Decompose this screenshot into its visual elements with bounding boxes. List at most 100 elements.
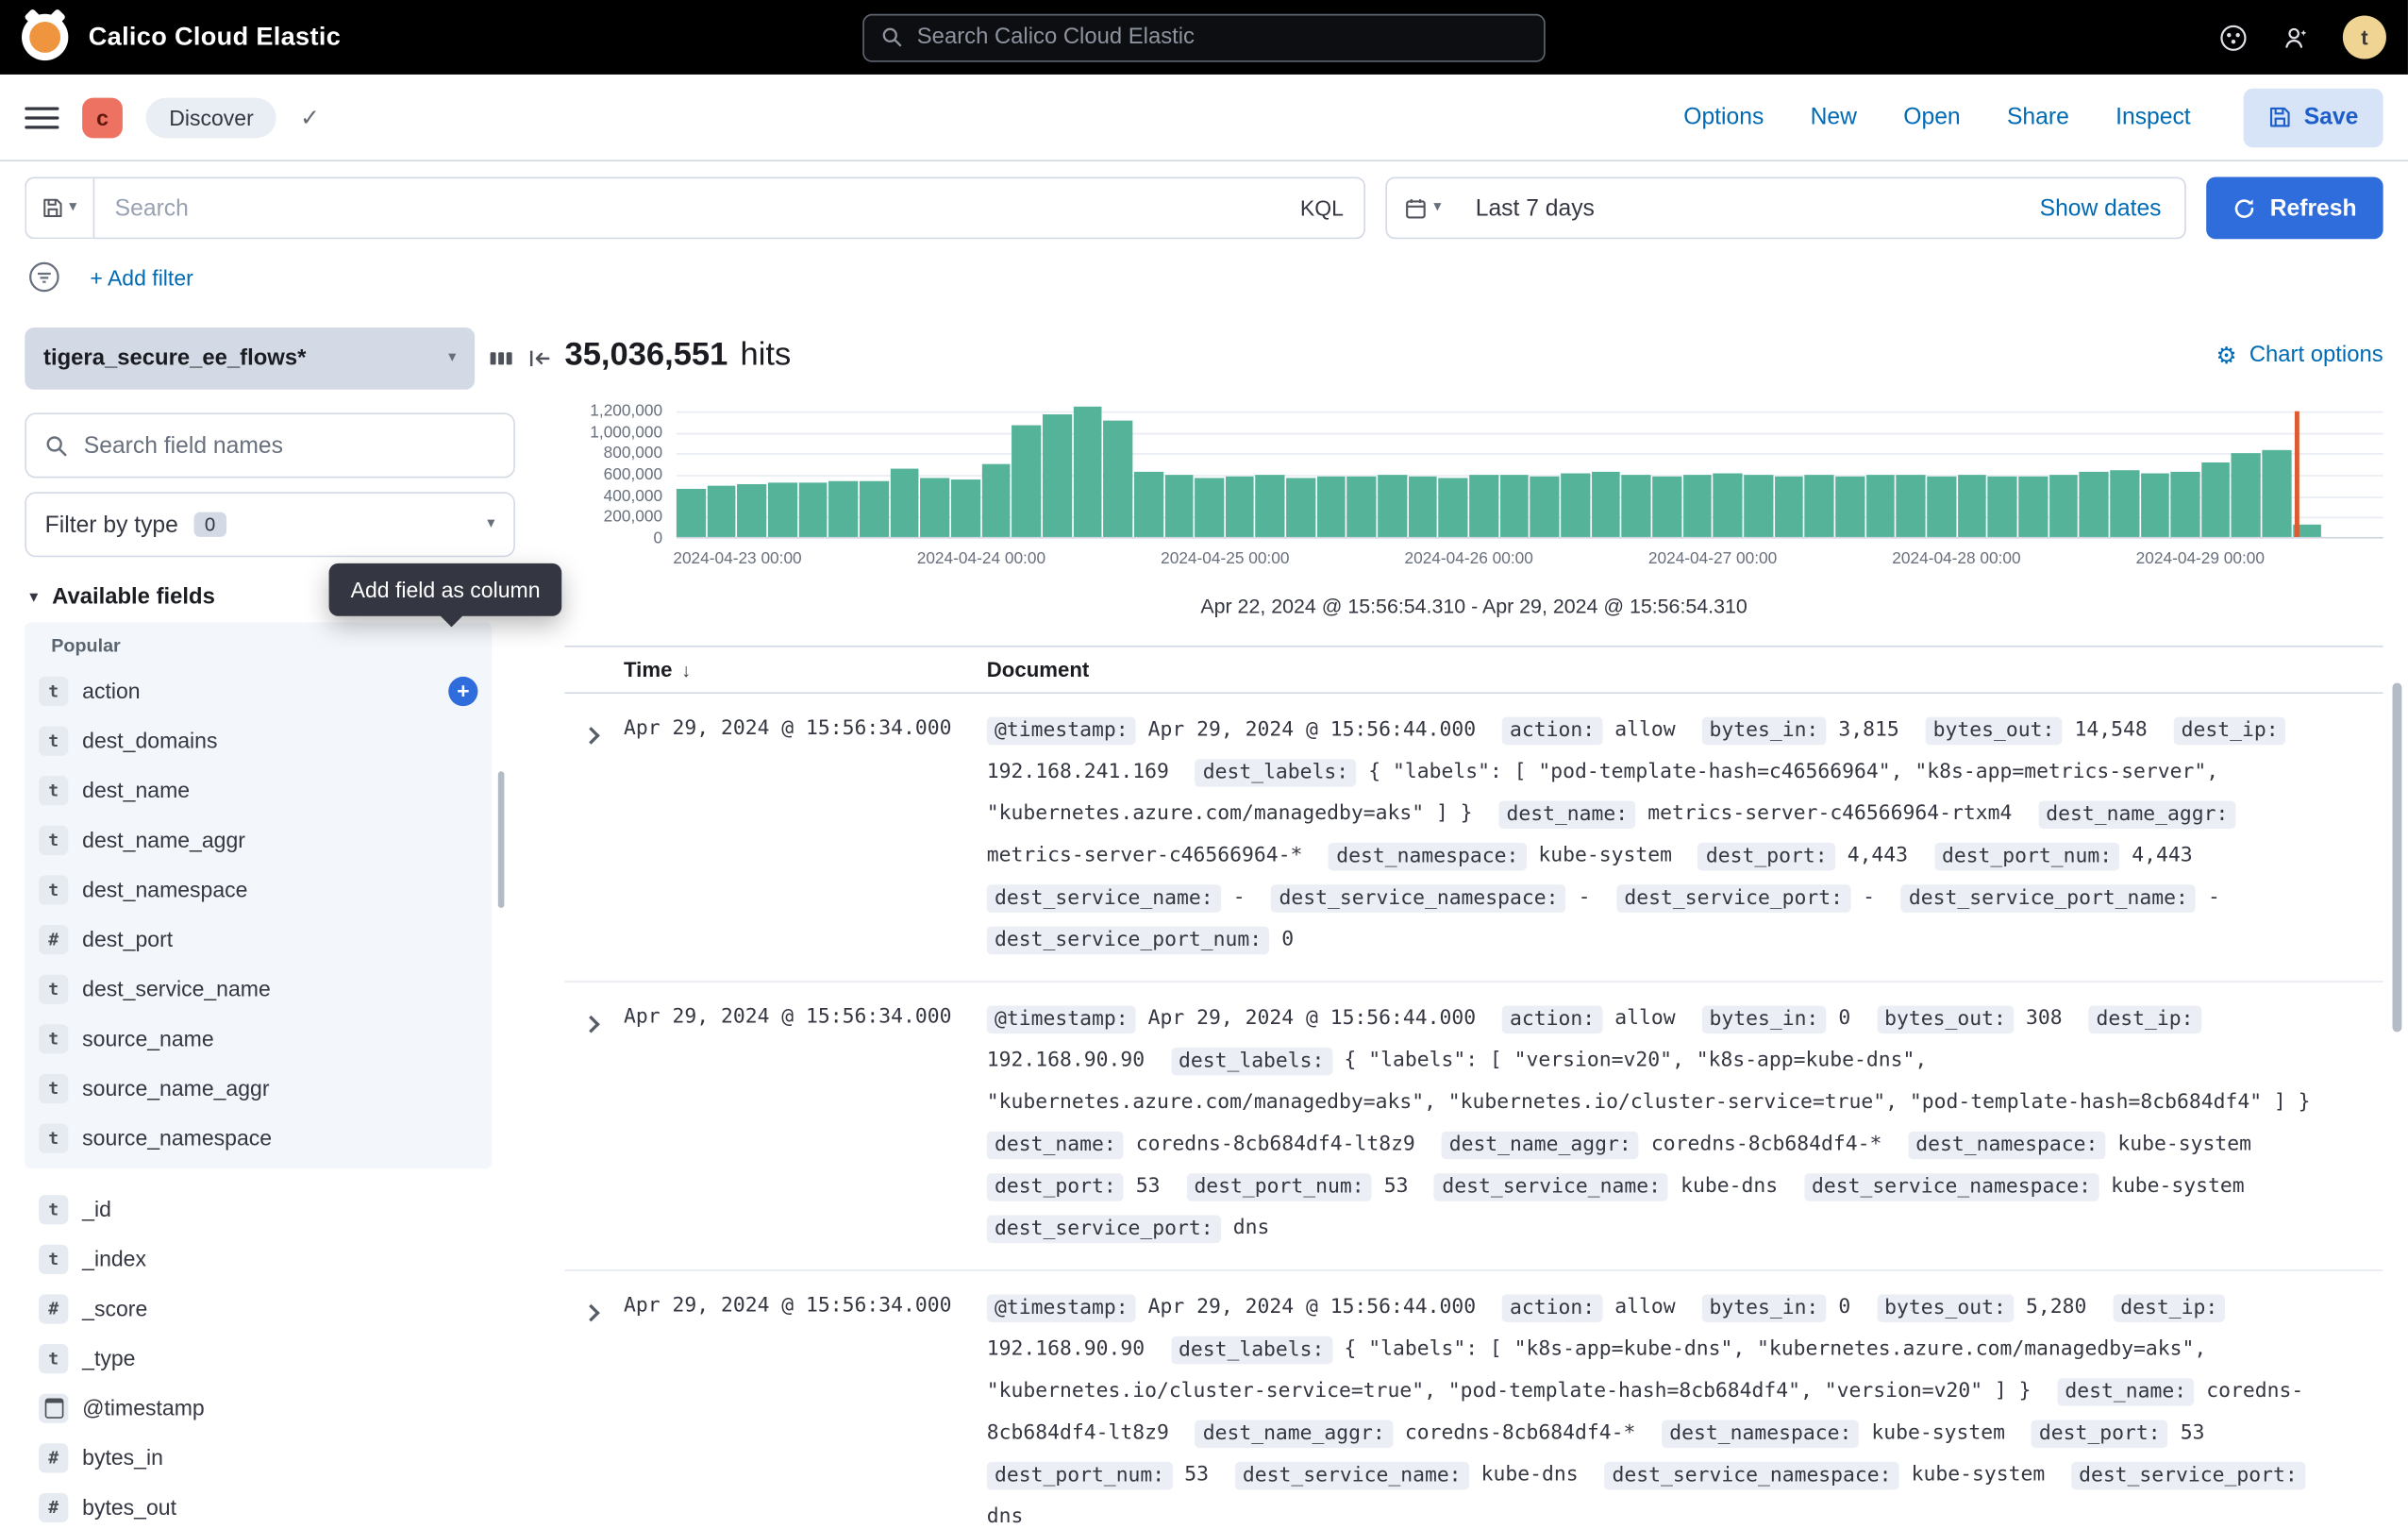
menu-button[interactable]: [25, 100, 59, 134]
histogram-bar[interactable]: [1378, 476, 1407, 537]
histogram-bar[interactable]: [981, 463, 1011, 537]
field-item-dest_namespace[interactable]: tdest_namespace: [25, 865, 492, 915]
histogram-bar[interactable]: [1286, 478, 1315, 537]
saved-query-menu-button[interactable]: ▾: [25, 176, 92, 239]
cluster-icon[interactable]: [2218, 23, 2248, 52]
space-avatar[interactable]: c: [82, 97, 123, 138]
refresh-button[interactable]: Refresh: [2206, 176, 2383, 239]
field-item-action[interactable]: taction+: [25, 665, 492, 715]
expand-row-button[interactable]: [565, 709, 624, 960]
field-item-dest_name_aggr[interactable]: tdest_name_aggr: [25, 815, 492, 865]
histogram-bar[interactable]: [1409, 477, 1438, 537]
time-range-label[interactable]: Last 7 days: [1459, 194, 2040, 221]
histogram-bar[interactable]: [829, 480, 859, 537]
histogram-bar[interactable]: [1073, 407, 1102, 537]
add-field-as-column-button[interactable]: +: [448, 676, 477, 705]
histogram-bar[interactable]: [1469, 476, 1498, 537]
histogram-bar[interactable]: [1500, 475, 1530, 537]
show-dates-button[interactable]: Show dates: [2040, 194, 2185, 221]
histogram-bar[interactable]: [2080, 472, 2109, 537]
histogram-bar[interactable]: [2232, 453, 2261, 537]
field-item-_index[interactable]: t_index: [25, 1234, 492, 1284]
kql-button[interactable]: KQL: [1300, 195, 1344, 220]
histogram-bar[interactable]: [1317, 476, 1346, 537]
field-item-dest_port[interactable]: #dest_port: [25, 914, 492, 964]
histogram-bar[interactable]: [1744, 476, 1773, 537]
histogram-bar[interactable]: [2263, 450, 2292, 537]
histogram-bar[interactable]: [1226, 477, 1255, 537]
histogram-bar[interactable]: [1988, 477, 2017, 536]
histogram-bar[interactable]: [2018, 476, 2048, 537]
histogram-bar[interactable]: [1622, 476, 1651, 537]
grid-view-button[interactable]: [489, 346, 513, 371]
nav-link-share[interactable]: Share: [2007, 104, 2069, 130]
histogram-bar[interactable]: [1835, 476, 1865, 537]
query-input[interactable]: Search KQL: [93, 176, 1365, 239]
nav-link-inspect[interactable]: Inspect: [2115, 104, 2191, 130]
histogram-bar[interactable]: [1134, 471, 1163, 537]
histogram-bar[interactable]: [2140, 474, 2169, 537]
add-filter-button[interactable]: + Add filter: [90, 264, 192, 289]
field-item-source_name[interactable]: tsource_name: [25, 1014, 492, 1064]
histogram-bar[interactable]: [1927, 477, 1956, 537]
histogram-bar[interactable]: [1865, 475, 1895, 537]
histogram-bar[interactable]: [2201, 462, 2231, 537]
time-column-header[interactable]: Time ↓: [624, 658, 987, 681]
histogram-bar[interactable]: [1774, 477, 1803, 537]
histogram-bar[interactable]: [2048, 475, 2078, 537]
field-item-bytes_in[interactable]: #bytes_in: [25, 1433, 492, 1483]
histogram-bar[interactable]: [1256, 475, 1285, 537]
field-item-source_name_aggr[interactable]: tsource_name_aggr: [25, 1063, 492, 1113]
field-search-input[interactable]: Search field names: [25, 412, 515, 478]
histogram-bar[interactable]: [1897, 476, 1926, 537]
histogram-bar[interactable]: [768, 482, 797, 537]
histogram-bar[interactable]: [1683, 475, 1713, 537]
calendar-button[interactable]: ▾: [1387, 178, 1459, 237]
user-avatar[interactable]: t: [2343, 15, 2386, 59]
histogram-bar[interactable]: [1164, 476, 1194, 537]
histogram-bar[interactable]: [1195, 478, 1224, 537]
histogram-bar[interactable]: [1652, 477, 1681, 537]
breadcrumb-discover[interactable]: Discover: [146, 97, 277, 138]
field-item-dest_name[interactable]: tdest_name: [25, 765, 492, 815]
histogram-bar[interactable]: [1012, 426, 1041, 537]
field-item-_id[interactable]: t_id: [25, 1185, 492, 1235]
histogram-bar[interactable]: [1043, 415, 1072, 537]
histogram-bar[interactable]: [2171, 471, 2200, 537]
histogram-bar[interactable]: [738, 484, 767, 537]
field-item-_score[interactable]: #_score: [25, 1284, 492, 1334]
histogram-bar[interactable]: [890, 469, 919, 537]
histogram-bar[interactable]: [860, 481, 889, 537]
collapse-sidebar-button[interactable]: [527, 346, 552, 371]
filter-icon[interactable]: [28, 260, 61, 294]
field-item-@timestamp[interactable]: @timestamp: [25, 1383, 492, 1433]
histogram-bar[interactable]: [2110, 470, 2139, 537]
histogram-bar[interactable]: [707, 486, 736, 537]
histogram-bar[interactable]: [1439, 478, 1468, 537]
field-item-dest_service_name[interactable]: tdest_service_name: [25, 964, 492, 1014]
histogram-bar[interactable]: [798, 483, 828, 537]
histogram-bar[interactable]: [1561, 474, 1590, 537]
histogram-bar[interactable]: [677, 489, 706, 537]
sidebar-scrollbar[interactable]: [498, 771, 505, 908]
histogram-bar[interactable]: [1592, 472, 1621, 537]
index-pattern-select[interactable]: tigera_secure_ee_flows* ▾: [25, 328, 475, 390]
nav-link-new[interactable]: New: [1811, 104, 1857, 130]
field-item-_type[interactable]: t_type: [25, 1333, 492, 1383]
filter-by-type-select[interactable]: Filter by type 0 ▾: [25, 492, 515, 557]
assistant-icon[interactable]: [2281, 23, 2310, 52]
field-item-dest_domains[interactable]: tdest_domains: [25, 715, 492, 765]
histogram-bar[interactable]: [1714, 474, 1743, 537]
histogram-bar[interactable]: [1103, 420, 1132, 537]
histogram-bar[interactable]: [1347, 477, 1377, 536]
global-search-input[interactable]: Search Calico Cloud Elastic: [862, 13, 1545, 61]
histogram-bar[interactable]: [951, 479, 980, 537]
histogram-bar[interactable]: [1805, 475, 1834, 537]
expand-row-button[interactable]: [565, 998, 624, 1249]
nav-link-options[interactable]: Options: [1683, 104, 1764, 130]
expand-row-button[interactable]: [565, 1286, 624, 1529]
field-item-bytes_out[interactable]: #bytes_out: [25, 1482, 492, 1528]
histogram-bar[interactable]: [1957, 476, 1986, 537]
table-scrollbar[interactable]: [2393, 682, 2402, 1032]
chart-options-button[interactable]: ⚙ Chart options: [2216, 343, 2383, 367]
